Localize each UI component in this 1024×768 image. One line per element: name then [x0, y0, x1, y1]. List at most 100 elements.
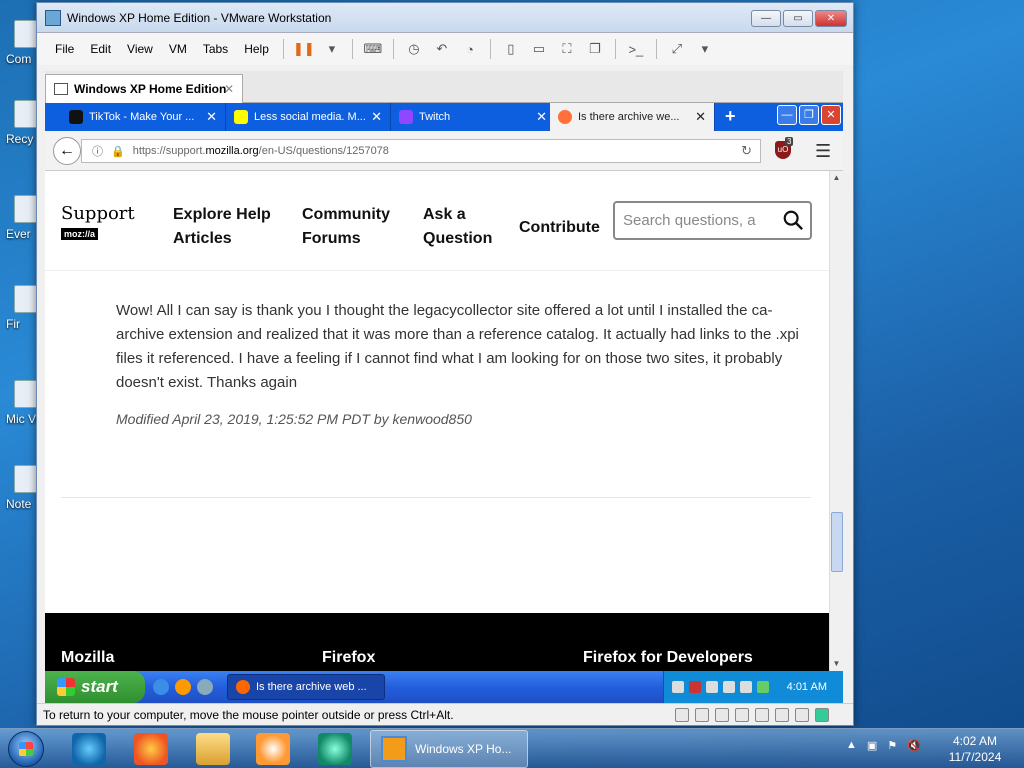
snapshot-manager-icon[interactable]: ◔ [461, 40, 479, 58]
ie-icon[interactable] [72, 733, 106, 765]
ie-icon[interactable] [153, 679, 169, 695]
vm-tab-windows-xp[interactable]: Windows XP Home Edition ✕ [45, 74, 243, 103]
maximize-button[interactable]: ▭ [783, 10, 813, 27]
vmware-title-bar[interactable]: Windows XP Home Edition - VMware Worksta… [37, 3, 853, 33]
firefox-icon[interactable] [175, 679, 191, 695]
xp-start-button[interactable]: start [45, 671, 145, 703]
close-button[interactable]: ✕ [815, 10, 847, 27]
vmware-menubar: File Edit View VM Tabs Help ❚❚ ▾ ⌨ ◷ ↶ ◔… [37, 33, 853, 65]
printer-icon[interactable] [755, 708, 769, 722]
pause-icon[interactable]: ❚❚ [293, 40, 315, 58]
desktop-icon-firefox[interactable]: Fir [0, 285, 40, 345]
chevron-down-icon[interactable]: ▾ [323, 40, 341, 58]
media-player-icon[interactable] [256, 733, 290, 765]
back-button[interactable]: ← [53, 137, 81, 165]
firefox-icon[interactable] [134, 733, 168, 765]
desktop-icon-visual-studio[interactable]: Mic Visua [0, 380, 58, 440]
close-icon[interactable]: ✕ [224, 82, 234, 96]
footer-firefox-developers[interactable]: Firefox for Developers [583, 649, 753, 667]
network-icon[interactable] [715, 708, 729, 722]
close-icon[interactable]: ✕ [695, 109, 706, 125]
menu-file[interactable]: File [47, 42, 82, 56]
menu-tabs[interactable]: Tabs [195, 42, 236, 56]
explorer-icon[interactable] [196, 733, 230, 765]
volume-muted-icon[interactable]: 🔇 [907, 739, 921, 752]
tray-icon[interactable] [757, 681, 769, 693]
info-icon[interactable]: ⓘ [92, 143, 103, 159]
sidebar-icon[interactable]: ▯ [502, 40, 520, 58]
thumbnail-icon[interactable]: ▭ [530, 40, 548, 58]
footer-firefox[interactable]: Firefox [322, 649, 375, 667]
scroll-up-button[interactable]: ▲ [830, 171, 843, 185]
firefox-icon [236, 680, 250, 694]
menu-view[interactable]: View [119, 42, 161, 56]
show-desktop-icon[interactable] [197, 679, 213, 695]
reload-icon[interactable]: ↻ [741, 143, 752, 159]
scroll-down-button[interactable]: ▼ [830, 657, 843, 671]
close-icon[interactable]: ✕ [536, 109, 547, 125]
revert-snapshot-icon[interactable]: ↶ [433, 40, 451, 58]
desktop-icon-notepad[interactable]: Note [0, 465, 40, 525]
app-icon[interactable] [318, 733, 352, 765]
guest-screen[interactable]: TikTok - Make Your ... ✕ Less social med… [45, 103, 843, 703]
win7-clock[interactable]: 4:02 AM 11/7/2024 [942, 733, 1008, 765]
close-icon[interactable]: ✕ [371, 109, 382, 125]
menu-edit[interactable]: Edit [82, 42, 119, 56]
new-tab-button[interactable]: + [725, 106, 736, 127]
guest-restore-button[interactable]: ❐ [799, 105, 819, 125]
tab-archive-question[interactable]: Is there archive we... ✕ [550, 103, 715, 131]
network-icon[interactable]: ▣ [867, 739, 877, 752]
menu-vm[interactable]: VM [161, 42, 195, 56]
chevron-down-icon[interactable]: ▾ [696, 40, 714, 58]
minimize-button[interactable]: — [751, 10, 781, 27]
scroll-thumb[interactable] [831, 512, 843, 572]
win7-taskbar-vmware[interactable]: Windows XP Ho... [370, 730, 528, 768]
close-icon[interactable]: ✕ [206, 109, 217, 125]
action-center-icon[interactable]: ⚑ [887, 739, 897, 752]
usb-icon[interactable] [735, 708, 749, 722]
display-icon[interactable] [795, 708, 809, 722]
console-icon[interactable]: >_ [627, 40, 645, 58]
sound-icon[interactable] [775, 708, 789, 722]
url-domain: mozilla.org [205, 145, 259, 157]
unity-icon[interactable]: ❐ [586, 40, 604, 58]
toolbar-separator [614, 39, 616, 59]
tray-icon[interactable] [706, 681, 718, 693]
guest-minimize-button[interactable]: — [777, 105, 797, 125]
nav-ask-question[interactable]: Ask a Question [423, 203, 492, 251]
support-logo[interactable]: Support moz://a [61, 203, 135, 242]
menu-help[interactable]: Help [236, 42, 277, 56]
network-icon[interactable] [723, 681, 735, 693]
security-icon[interactable] [689, 681, 701, 693]
menu-icon[interactable]: ☰ [815, 141, 831, 162]
search-icon[interactable] [782, 209, 804, 231]
tray-icon[interactable] [672, 681, 684, 693]
send-ctrl-alt-del-icon[interactable]: ⌨ [364, 40, 383, 58]
page-scrollbar[interactable]: ▲ ▼ [829, 171, 843, 671]
stretch-icon[interactable]: ⤢ [668, 40, 686, 58]
win7-start-button[interactable] [8, 731, 44, 767]
show-hidden-icon[interactable]: ▲ [846, 739, 857, 752]
nav-explore-help[interactable]: Explore Help Articles [173, 203, 271, 251]
answer-text: Wow! All I can say is thank you I though… [116, 302, 799, 391]
search-input[interactable]: Search questions, a [613, 201, 812, 240]
hdd-icon[interactable] [675, 708, 689, 722]
volume-icon[interactable] [740, 681, 752, 693]
message-icon[interactable] [815, 708, 829, 722]
snapshot-icon[interactable]: ◷ [405, 40, 423, 58]
desktop-icon-computer[interactable]: Com [0, 20, 40, 80]
desktop-icon-evernote[interactable]: Ever [0, 195, 40, 255]
footer-mozilla[interactable]: Mozilla [61, 649, 114, 667]
tab-twitch[interactable]: Twitch ✕ [391, 103, 556, 131]
fullscreen-icon[interactable]: ⛶ [558, 40, 576, 58]
xp-taskbar-window[interactable]: Is there archive web ... [227, 674, 385, 700]
guest-close-button[interactable]: ✕ [821, 105, 841, 125]
tab-snapchat[interactable]: Less social media. M... ✕ [226, 103, 391, 131]
desktop-icon-recycle-bin[interactable]: Recy [0, 100, 40, 160]
nav-contribute[interactable]: Contribute [519, 216, 600, 240]
nav-community-forums[interactable]: Community Forums [302, 203, 390, 251]
url-bar[interactable]: ⓘ 🔒 https://support. mozilla.org/en-US/qu… [81, 139, 761, 163]
cd-icon[interactable] [695, 708, 709, 722]
tab-tiktok[interactable]: TikTok - Make Your ... ✕ [61, 103, 226, 131]
xp-clock[interactable]: 4:01 AM [787, 681, 827, 693]
